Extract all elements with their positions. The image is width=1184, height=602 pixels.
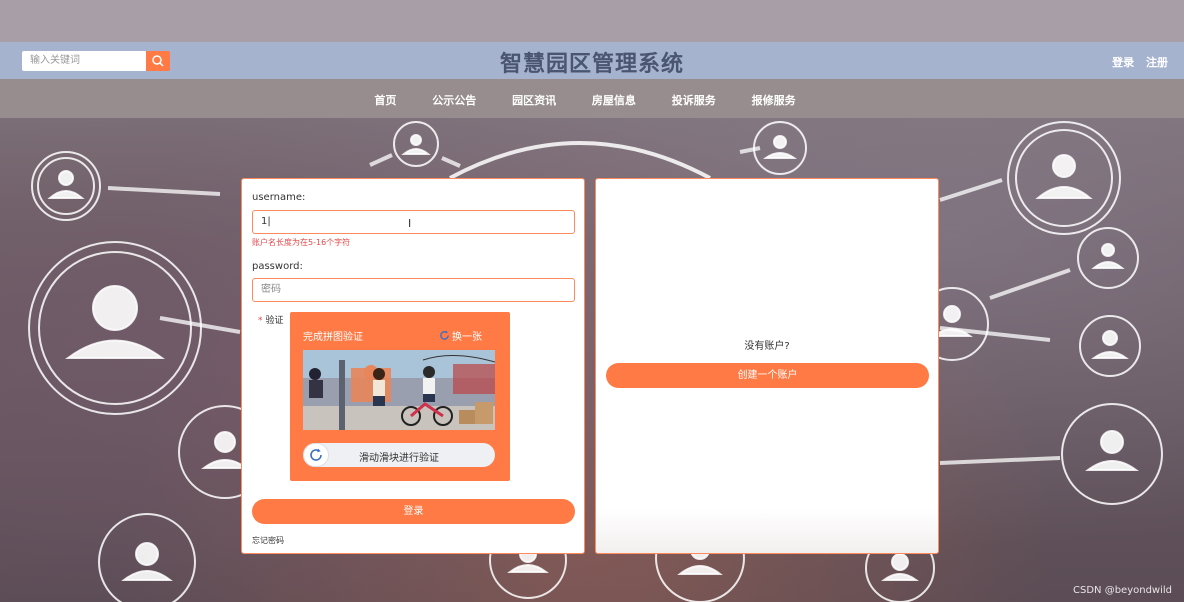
nav-item-complaints[interactable]: 投诉服务	[672, 92, 716, 108]
captcha-refresh-label: 换一张	[452, 332, 482, 343]
login-panel: username: 1| I 账户名长度为在5-16个字符 password: …	[241, 178, 585, 554]
main-nav: 首页 公示公告 园区资讯 房屋信息 投诉服务 报修服务	[0, 79, 1184, 118]
username-label: username:	[252, 192, 306, 203]
verify-label: * 验证	[258, 313, 284, 326]
text-cursor-icon: I	[408, 217, 412, 230]
register-panel: 没有账户? 创建一个账户	[595, 178, 939, 554]
refresh-circle-icon	[310, 448, 322, 461]
password-field[interactable]: 密码	[252, 278, 575, 302]
text-caret: |	[267, 216, 271, 227]
nav-item-repairs[interactable]: 报修服务	[752, 92, 796, 108]
login-link[interactable]: 登录	[1112, 56, 1134, 69]
site-title: 智慧园区管理系统	[499, 52, 684, 77]
refresh-icon	[440, 330, 449, 340]
nav-item-announcements[interactable]: 公示公告	[432, 92, 476, 108]
nav-item-home[interactable]: 首页	[374, 92, 396, 108]
captcha-refresh-button[interactable]: 换一张	[439, 328, 482, 343]
username-field[interactable]: 1|	[252, 210, 575, 234]
forgot-password-link[interactable]: 忘记密码	[252, 535, 284, 546]
captcha-puzzle-image	[303, 350, 495, 430]
login-button[interactable]: 登录	[252, 499, 575, 524]
create-account-button[interactable]: 创建一个账户	[606, 363, 929, 388]
verify-label-text: 验证	[265, 316, 284, 326]
watermark: CSDN @beyondwild	[1073, 585, 1172, 596]
username-error: 账户名长度为在5-16个字符	[252, 238, 351, 247]
no-account-text: 没有账户?	[744, 341, 790, 352]
nav-item-park-news[interactable]: 园区资讯	[512, 92, 556, 108]
captcha-widget: 完成拼图验证 换一张 滑动滑块进行验证	[290, 312, 510, 481]
auth-links: 登录 注册	[1104, 54, 1168, 70]
site-header: 输入关键词 智慧园区管理系统 登录 注册	[0, 42, 1184, 79]
password-label: password:	[252, 261, 303, 272]
captcha-slider-handle[interactable]	[303, 443, 329, 467]
top-strip	[0, 0, 1184, 42]
slider-instruction: 滑动滑块进行验证	[359, 453, 439, 464]
network-background-illustration	[28, 121, 1163, 602]
captcha-slider-track[interactable]: 滑动滑块进行验证	[303, 443, 495, 467]
nav-item-housing[interactable]: 房屋信息	[592, 92, 636, 108]
required-mark: *	[258, 316, 263, 326]
captcha-title: 完成拼图验证	[303, 332, 363, 343]
register-link[interactable]: 注册	[1146, 56, 1168, 69]
